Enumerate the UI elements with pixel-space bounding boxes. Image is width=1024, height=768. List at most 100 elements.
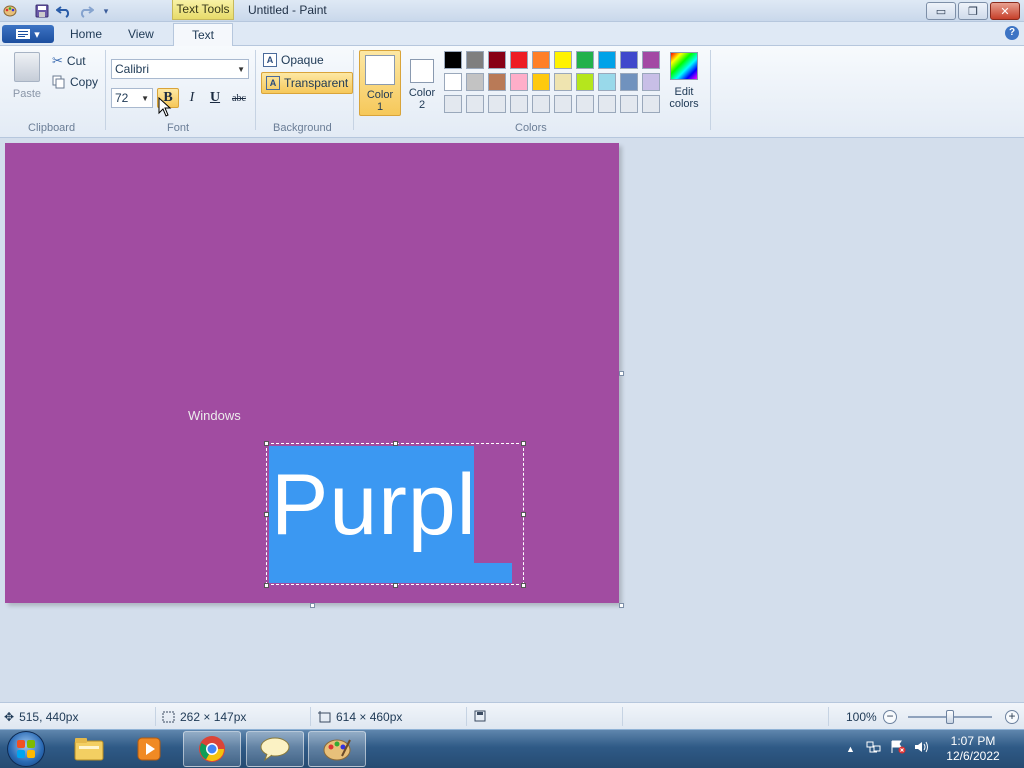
palette-swatch[interactable] [620,95,638,113]
edit-colors-button[interactable]: Edit colors [666,52,702,110]
selection-size: 262 × 147px [162,710,246,724]
palette-swatch[interactable] [510,51,528,69]
status-divider [466,707,467,726]
canvas-resize-handle[interactable] [619,603,624,608]
resize-handle[interactable] [264,512,269,517]
file-menu-button[interactable]: ▾ [2,25,54,43]
palette-swatch[interactable] [466,95,484,113]
palette-swatch[interactable] [554,95,572,113]
canvas-resize-handle[interactable] [310,603,315,608]
group-divider [105,50,106,130]
tab-text[interactable]: Text [173,23,233,47]
palette-swatch[interactable] [444,95,462,113]
taskbar-paint[interactable] [308,731,366,767]
palette-swatch[interactable] [488,95,506,113]
italic-button[interactable]: I [181,88,203,108]
undo-icon[interactable] [56,3,72,19]
transparent-icon: A [266,76,280,90]
palette-swatch[interactable] [642,51,660,69]
taskbar-media-player[interactable] [120,731,178,767]
palette-swatch[interactable] [510,73,528,91]
zoom-in-button[interactable]: + [1005,710,1019,724]
cut-button[interactable]: ✂ Cut [52,53,86,69]
opaque-icon: A [263,53,277,67]
resize-handle[interactable] [521,512,526,517]
canvas-text-windows: Windows [188,408,241,423]
action-center-icon[interactable] [890,740,906,757]
transparent-button[interactable]: A Transparent [261,72,354,94]
palette-swatch[interactable] [620,51,638,69]
taskbar-notes[interactable] [246,731,304,767]
palette-swatch[interactable] [598,95,616,113]
restore-button[interactable]: ❐ [958,2,988,20]
palette-swatch[interactable] [598,51,616,69]
palette-swatch[interactable] [510,95,528,113]
palette-swatch[interactable] [488,73,506,91]
palette-swatch[interactable] [598,73,616,91]
network-icon[interactable] [866,740,882,757]
zoom-out-button[interactable]: − [883,710,897,724]
palette-swatch[interactable] [444,73,462,91]
text-box-frame[interactable] [266,443,524,585]
move-cursor-icon: ✥ [4,710,15,724]
palette-swatch[interactable] [642,73,660,91]
taskbar-chrome[interactable] [183,731,241,767]
resize-handle[interactable] [521,441,526,446]
resize-handle[interactable] [264,583,269,588]
tab-home[interactable]: Home [70,27,102,41]
customize-dropdown-icon[interactable]: ▾ [98,3,114,19]
paste-button[interactable]: Paste [10,52,44,100]
palette-swatch[interactable] [444,51,462,69]
scissors-icon: ✂ [52,53,63,68]
color1-swatch [365,55,395,85]
resize-handle[interactable] [264,441,269,446]
palette-swatch[interactable] [554,51,572,69]
opaque-label: Opaque [281,53,324,67]
system-clock[interactable]: 1:07 PM 12/6/2022 [930,734,1016,764]
opaque-button[interactable]: A Opaque [263,53,324,67]
help-icon[interactable]: ? [1005,26,1019,40]
font-size-select[interactable]: 72 ▼ [111,88,153,108]
palette-swatch[interactable] [576,73,594,91]
palette-swatch[interactable] [576,95,594,113]
copy-button[interactable]: Copy [52,75,98,89]
resize-handle[interactable] [521,583,526,588]
canvas-resize-handle[interactable] [619,371,624,376]
resize-handle[interactable] [393,583,398,588]
save-icon[interactable] [34,3,50,19]
palette-swatch[interactable] [488,51,506,69]
font-family-select[interactable]: Calibri ▼ [111,59,249,79]
close-button[interactable]: ✕ [990,2,1020,20]
resize-handle[interactable] [393,441,398,446]
palette-swatch[interactable] [532,51,550,69]
taskbar-explorer[interactable] [60,731,118,767]
underline-button[interactable]: U [204,88,226,108]
minimize-button[interactable]: ▭ [926,2,956,20]
colors-group-label: Colors [515,122,547,134]
color2-button[interactable]: Color 2 [404,52,440,116]
start-button[interactable] [7,731,45,767]
tab-view[interactable]: View [128,27,154,41]
palette-swatch[interactable] [532,73,550,91]
clock-date: 12/6/2022 [946,749,1000,763]
cursor-position-value: 515, 440px [19,710,79,724]
palette-swatch[interactable] [576,51,594,69]
palette-swatch[interactable] [620,73,638,91]
cut-label: Cut [66,54,86,68]
redo-icon[interactable] [78,3,94,19]
media-player-icon [137,737,161,761]
paint-app-icon[interactable] [2,3,18,19]
palette-swatch[interactable] [642,95,660,113]
palette-swatch[interactable] [554,73,572,91]
color1-button[interactable]: Color 1 [359,50,401,116]
show-hidden-icons-icon[interactable]: ▲ [846,744,855,754]
window-title: Untitled - Paint [248,3,327,17]
strikethrough-button[interactable]: abc [227,88,251,108]
volume-icon[interactable] [914,740,930,757]
zoom-slider-thumb[interactable] [946,710,954,724]
palette-swatch[interactable] [466,51,484,69]
palette-swatch[interactable] [532,95,550,113]
image-size-icon [318,711,331,723]
zoom-level: 100% [846,710,877,724]
palette-swatch[interactable] [466,73,484,91]
